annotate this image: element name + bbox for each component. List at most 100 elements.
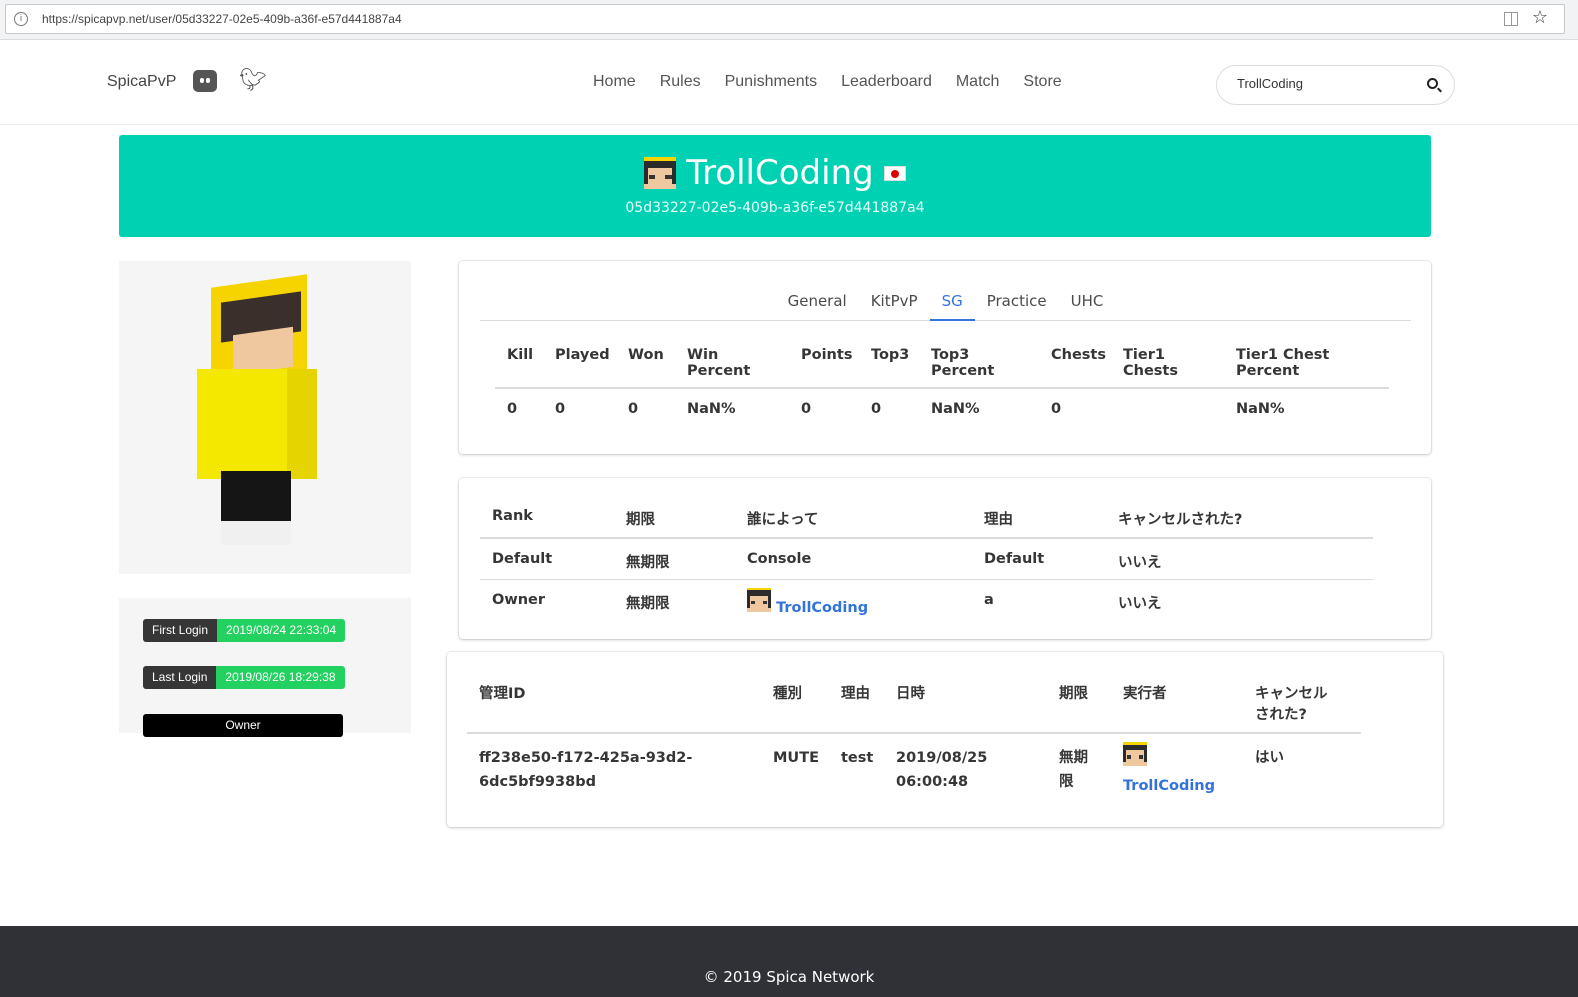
site-footer: © 2019 Spica Network [0,926,1578,997]
header-won: Won [628,347,664,363]
player-uuid: 05d33227-02e5-409b-a36f-e57d441887a4 [625,200,925,216]
info-icon[interactable]: i [14,12,28,26]
discord-icon[interactable] [193,70,217,92]
header-kill: Kill [507,347,534,363]
stats-table: Kill Played Won Win Percent Points Top3 T… [495,347,1389,417]
punishment-reason-cell: test [841,750,874,766]
header-top3: Top3 [871,347,910,363]
first-login-label: First Login [143,619,218,642]
nav-match[interactable]: Match [956,73,1000,91]
reason-cell: a [984,591,994,608]
tab-uhc[interactable]: UHC [1059,283,1116,321]
rank-history-card: Rank 期限 誰によって 理由 キャンセルされた? Default 無期限 C… [459,478,1431,639]
value-tier1-chest-percent: NaN% [1236,401,1285,417]
header-punishment-cancelled: キャンセルされた? [1255,686,1328,723]
nav-home[interactable]: Home [593,73,636,91]
hero-title-row: TrollCoding [119,153,1431,193]
header-tier1-chest-percent: Tier1 Chest Percent [1236,347,1330,379]
header-rank-by: 誰によって [747,512,819,528]
punishment-executor-cell: TrollCoding [1111,733,1243,812]
value-played: 0 [555,401,566,417]
header-punishment-expiry: 期限 [1059,686,1088,702]
player-link[interactable]: TrollCoding [1123,778,1215,794]
rank-cell: Default [492,551,553,567]
tab-kitpvp[interactable]: KitPvP [859,283,930,321]
stats-card: General KitPvP SG Practice UHC Kill Play… [459,261,1431,454]
rank-badge: Owner [143,714,343,737]
header-tier1-chests: Tier1 Chests [1123,347,1178,379]
player-head-icon [644,157,677,189]
japan-flag-icon [883,165,906,181]
punishment-date-cell: 2019/08/25 06:00:48 [896,750,988,790]
skin-panel [119,261,411,574]
first-login-tag: First Login 2019/08/24 22:33:04 [143,619,346,642]
value-top3-percent: NaN% [931,401,980,417]
tab-practice[interactable]: Practice [975,283,1059,321]
tab-general[interactable]: General [776,283,859,321]
table-row: Default 無期限 Console Default いいえ [480,538,1373,579]
header-rank: Rank [492,508,533,524]
punishment-cancelled-cell: はい [1255,750,1284,766]
reader-mode-icon[interactable] [1504,12,1518,26]
search-box [1216,65,1455,105]
url-text[interactable]: https://spicapvp.net/user/05d33227-02e5-… [42,12,402,26]
table-row: Owner 無期限 TrollCoding a いいえ [480,579,1373,623]
search-icon[interactable] [1427,78,1438,89]
header-punishment-type: 種別 [773,686,802,702]
stats-value-row: 0 0 0 NaN% 0 0 NaN% 0 NaN% [495,388,1389,417]
cancelled-cell: いいえ [1118,555,1162,571]
punishment-id-cell: ff238e50-f172-425a-93d2-6dc5bf9938bd [479,750,693,790]
header-punishment-date: 日時 [896,686,925,702]
punishment-history-card: 管理ID 種別 理由 日時 期限 実行者 キャンセルされた? ff238e50-… [447,652,1443,827]
stats-header-row: Kill Played Won Win Percent Points Top3 T… [495,347,1389,388]
browser-url-bar: i https://spicapvp.net/user/05d33227-02e… [0,0,1578,40]
expiry-cell: 無期限 [626,595,670,612]
header-played: Played [555,347,610,363]
header-punishment-reason: 理由 [841,686,870,702]
player-link[interactable]: TrollCoding [776,600,868,616]
address-bar[interactable]: i https://spicapvp.net/user/05d33227-02e… [5,4,1565,34]
header-win-percent: Win Percent [687,347,751,379]
header-rank-expiry: 期限 [626,512,655,528]
by-cell: Console [747,551,812,567]
nav-store[interactable]: Store [1023,73,1061,91]
rank-header-row: Rank 期限 誰によって 理由 キャンセルされた? [480,508,1373,538]
header-chests: Chests [1051,347,1106,363]
cancelled-cell: いいえ [1118,595,1162,612]
search-input[interactable] [1237,76,1417,91]
value-top3: 0 [871,401,882,417]
stats-tabs: General KitPvP SG Practice UHC [480,283,1411,321]
last-login-value: 2019/08/26 18:29:38 [216,666,345,689]
last-login-label: Last Login [143,666,217,689]
player-head-icon [1123,742,1147,766]
reason-cell: Default [984,551,1045,567]
header-top3-percent: Top3 Percent [931,347,995,379]
header-rank-cancelled: キャンセルされた? [1118,512,1243,528]
table-row: ff238e50-f172-425a-93d2-6dc5bf9938bd MUT… [467,733,1361,812]
twitter-icon[interactable]: 🐦︎ [239,68,267,93]
nav-rules[interactable]: Rules [660,73,701,91]
bookmark-star-icon[interactable]: ☆ [1532,7,1548,28]
value-won: 0 [628,401,639,417]
header-punishment-executor: 実行者 [1123,686,1167,702]
first-login-value: 2019/08/24 22:33:04 [217,619,346,642]
value-tier1-chests [1111,388,1224,417]
header-rank-reason: 理由 [984,512,1013,528]
last-login-tag: Last Login 2019/08/26 18:29:38 [143,666,345,689]
tab-sg[interactable]: SG [929,283,975,321]
login-info-panel: First Login 2019/08/24 22:33:04 Last Log… [119,598,411,733]
player-head-icon [747,587,771,612]
punishment-header-row: 管理ID 種別 理由 日時 期限 実行者 キャンセルされた? [467,682,1361,733]
rank-history-table: Rank 期限 誰によって 理由 キャンセルされた? Default 無期限 C… [480,508,1373,623]
punishment-expiry-cell: 無期限 [1059,750,1088,790]
expiry-cell: 無期限 [626,555,670,571]
punishment-table: 管理ID 種別 理由 日時 期限 実行者 キャンセルされた? ff238e50-… [467,682,1361,812]
profile-hero: TrollCoding 05d33227-02e5-409b-a36f-e57d… [119,135,1431,237]
nav-leaderboard[interactable]: Leaderboard [841,73,932,91]
value-points: 0 [801,401,812,417]
player-name: TrollCoding [686,153,874,193]
nav-punishments[interactable]: Punishments [725,73,818,91]
brand-link[interactable]: SpicaPvP [107,73,176,91]
nav-links: Home Rules Punishments Leaderboard Match… [593,73,1062,91]
punishment-type-cell: MUTE [773,750,819,766]
